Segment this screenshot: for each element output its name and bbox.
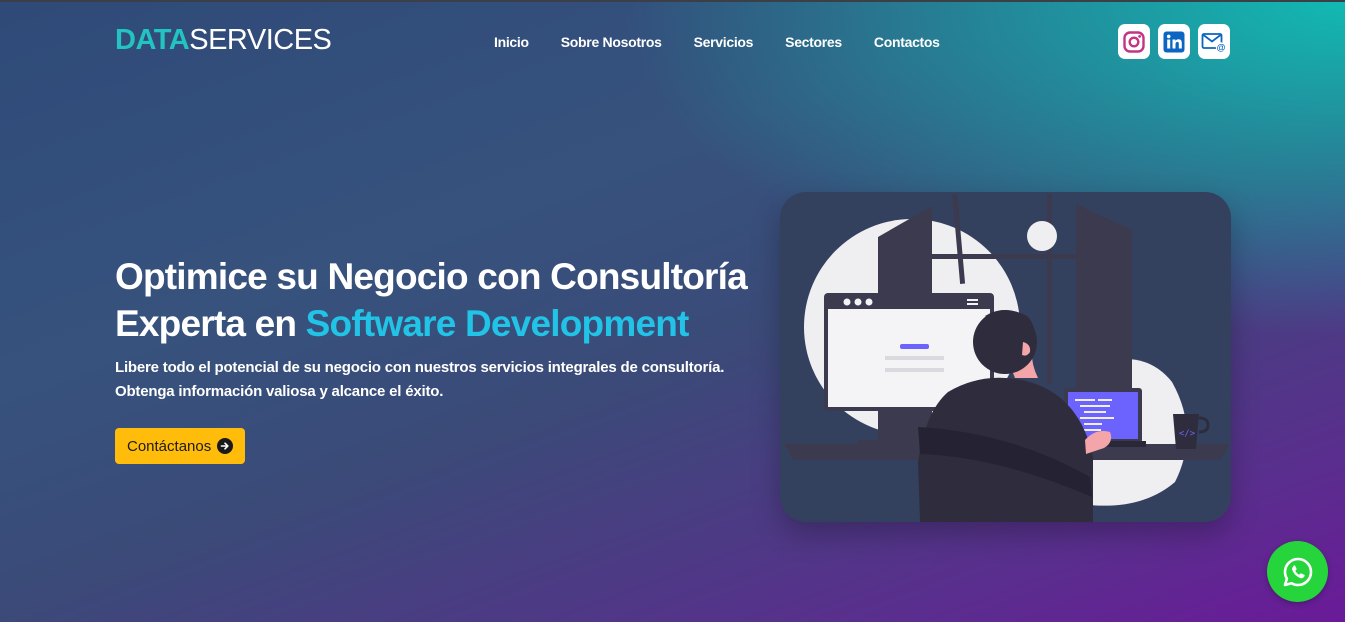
email-icon: @ [1201, 32, 1227, 53]
top-border [0, 0, 1345, 2]
brand-logo[interactable]: DATASERVICES [115, 24, 332, 57]
hero-title-highlight: Software Development [305, 303, 690, 344]
nav-item-servicios[interactable]: Servicios [694, 34, 754, 50]
hero-title-line1: Optimice su Negocio con Consultoría [115, 256, 748, 297]
svg-text:</>: </> [1179, 429, 1196, 439]
hero-title-line2-prefix: Experta en [115, 303, 306, 344]
instagram-link[interactable] [1118, 24, 1150, 59]
linkedin-link[interactable] [1158, 24, 1190, 59]
svg-text:@: @ [1217, 42, 1226, 52]
email-link[interactable]: @ [1198, 24, 1230, 59]
brand-logo-part2: SERVICES [189, 24, 332, 56]
nav-item-sectores[interactable]: Sectores [785, 34, 842, 50]
nav-item-inicio[interactable]: Inicio [494, 34, 529, 50]
nav-item-contactos[interactable]: Contactos [874, 34, 940, 50]
hero-title: Optimice su Negocio con Consultoría Expe… [115, 253, 755, 347]
hero-description: Libere todo el potencial de su negocio c… [115, 359, 725, 400]
contact-cta-button[interactable]: Contáctanos [115, 428, 246, 464]
linkedin-icon [1163, 31, 1185, 52]
arrow-right-circle-icon [217, 438, 234, 454]
whatsapp-button[interactable] [1267, 541, 1328, 602]
social-links: @ [1118, 24, 1230, 59]
developer-at-desk-illustration: </> [784, 193, 1230, 522]
hero-illustration: </> [780, 192, 1231, 522]
whatsapp-icon [1283, 557, 1312, 586]
contact-cta-label: Contáctanos [127, 437, 212, 455]
instagram-icon [1123, 30, 1145, 53]
main-nav: Inicio Sobre Nosotros Servicios Sectores… [494, 34, 940, 50]
nav-item-sobre-nosotros[interactable]: Sobre Nosotros [561, 34, 662, 50]
brand-logo-part1: DATA [115, 24, 190, 56]
